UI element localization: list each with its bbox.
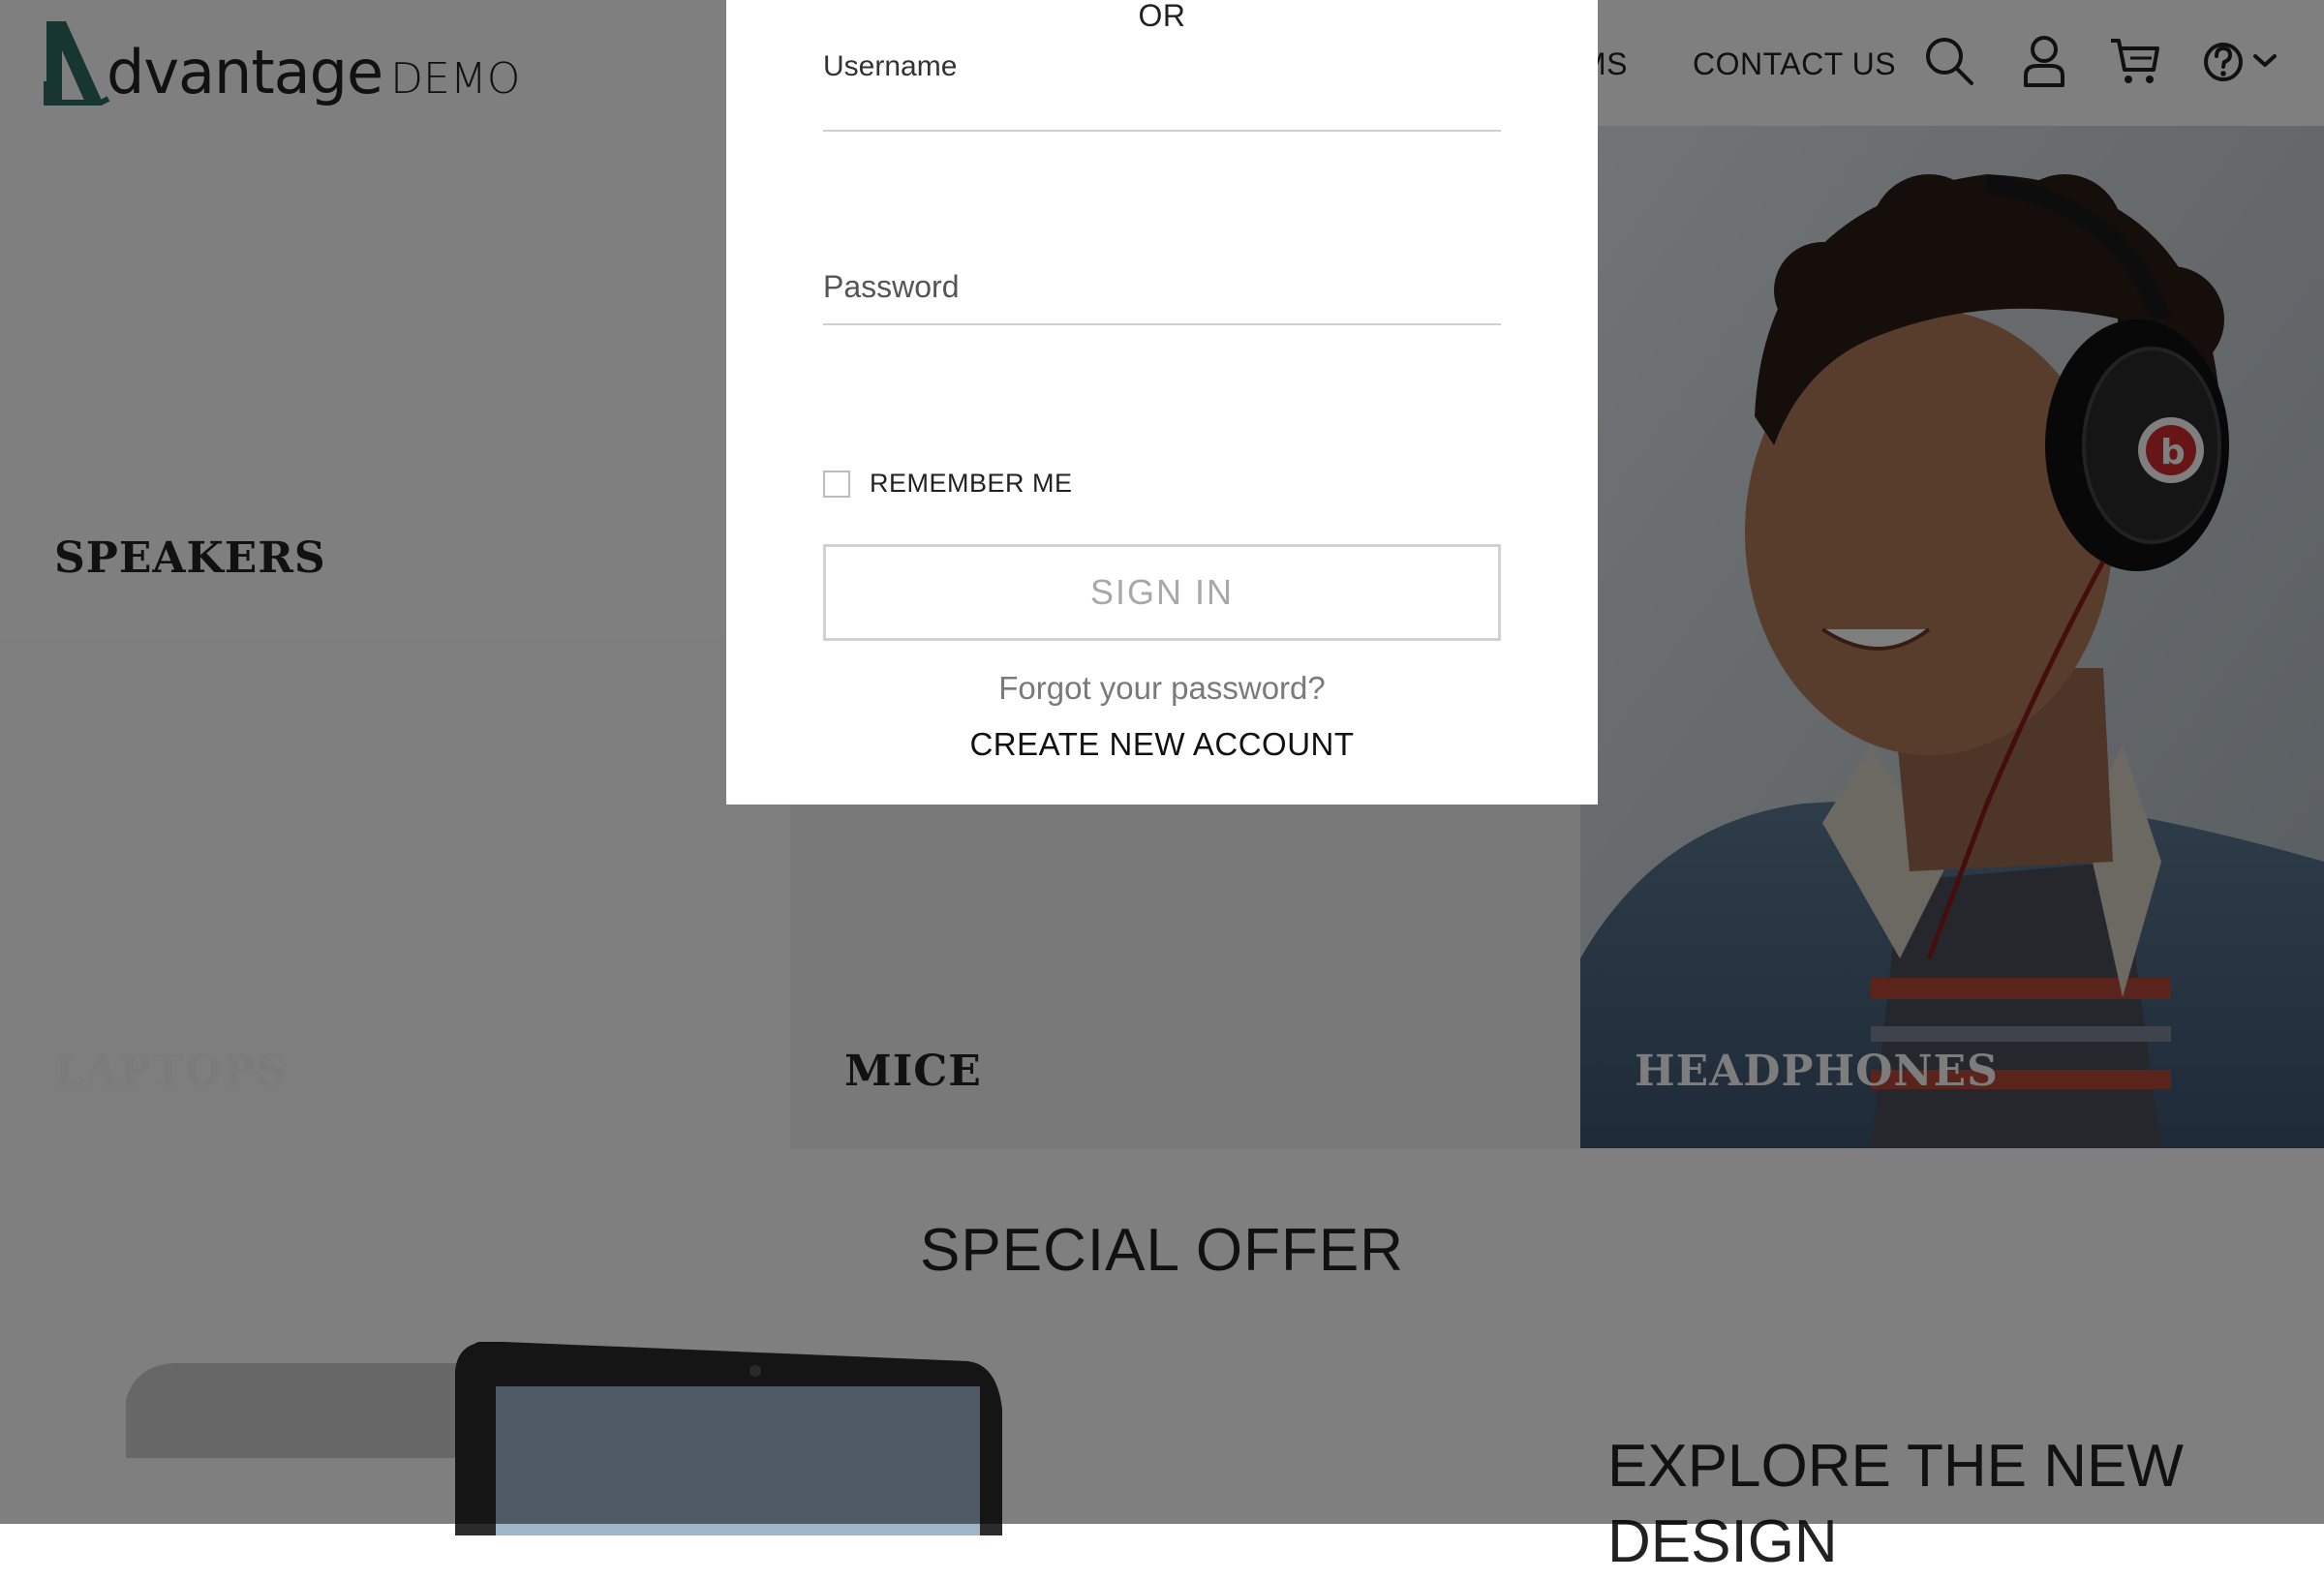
forgot-password-link[interactable]: Forgot your password? (726, 670, 1598, 707)
remember-me-label[interactable]: REMEMBER ME (870, 469, 1073, 499)
or-divider-text: OR (1138, 0, 1186, 33)
page: dvantage DEMO MS CONTACT US (0, 0, 2324, 1575)
password-field[interactable]: Password (823, 261, 1505, 325)
password-input[interactable] (823, 279, 1505, 319)
sign-in-button[interactable]: SIGN IN (823, 544, 1501, 641)
remember-me-checkbox[interactable] (823, 470, 850, 498)
remember-me-row[interactable]: REMEMBER ME (823, 469, 1073, 499)
username-input[interactable] (823, 85, 1505, 126)
create-account-link[interactable]: CREATE NEW ACCOUNT (726, 726, 1598, 763)
login-modal: OR Username Password REMEMBER ME SIGN IN… (726, 0, 1598, 805)
username-label: Username (823, 50, 958, 82)
username-field[interactable]: Username (823, 39, 1505, 132)
